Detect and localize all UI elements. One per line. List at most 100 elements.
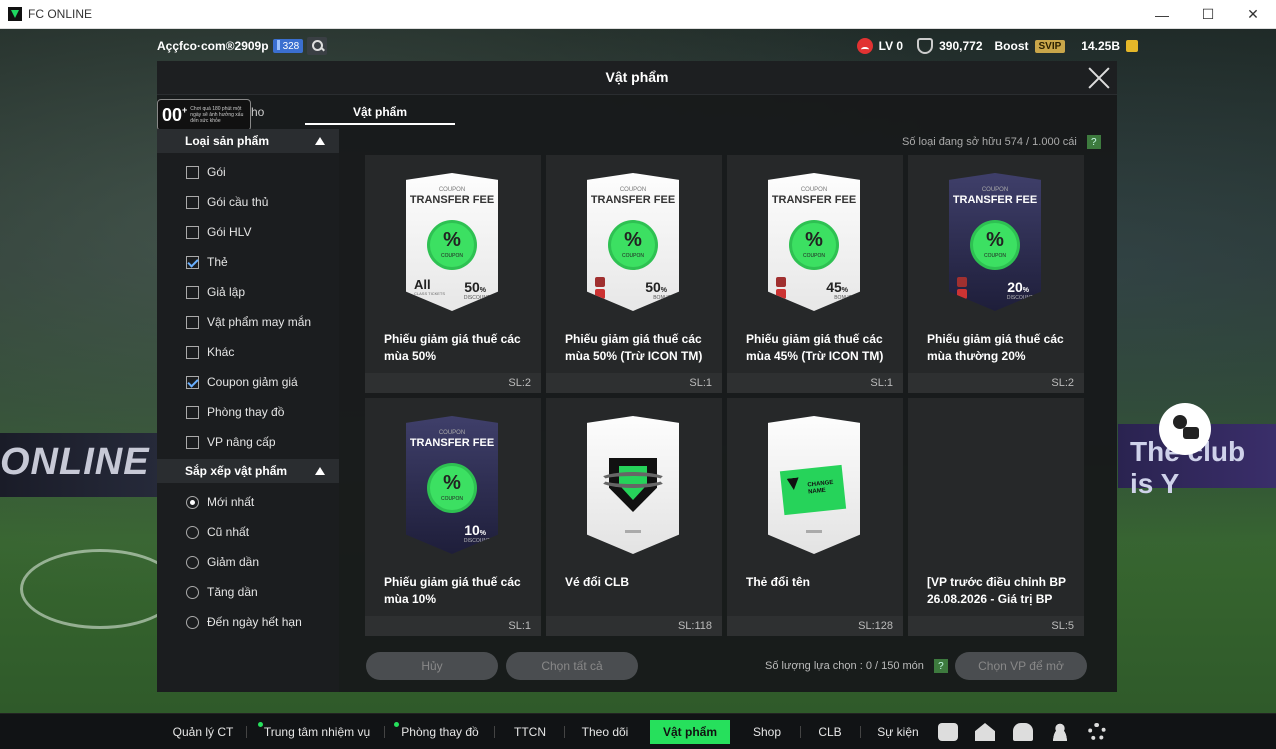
category-header[interactable]: Loại sản phẩm bbox=[157, 129, 339, 153]
help-icon[interactable]: ? bbox=[1086, 135, 1101, 149]
sort-option-ascending[interactable]: Tăng dần bbox=[157, 577, 339, 607]
nav-trung-tam-nhiem-vu[interactable]: Trung tâm nhiệm vụ bbox=[258, 720, 372, 744]
sort-option-oldest[interactable]: Cũ nhất bbox=[157, 517, 339, 547]
age-rating-notice: 00+ Chơi quá 180 phút một ngày sẽ ảnh hư… bbox=[157, 99, 251, 131]
item-name: Phiếu giảm giá thuế các mùa 50% bbox=[384, 332, 521, 363]
cancel-button[interactable]: Hủy bbox=[366, 652, 498, 680]
item-name: [VP trước điều chỉnh BP 26.08.2026 - Giá… bbox=[927, 575, 1066, 606]
close-icon[interactable] bbox=[1087, 66, 1111, 90]
help-icon[interactable]: ? bbox=[933, 659, 948, 673]
percent-badge-icon: % COUPON bbox=[792, 223, 836, 267]
app-logo-icon bbox=[8, 7, 22, 21]
filter-option-vat-pham-may-man[interactable]: Vật phẩm may mắn bbox=[157, 307, 339, 337]
percent-badge-icon: % COUPON bbox=[973, 223, 1017, 267]
nav-quan-ly-ct[interactable]: Quản lý CT bbox=[170, 720, 236, 744]
item-card[interactable]: COUPON TRANSFER FEE % COUPON 10% DISCOUNT… bbox=[365, 398, 541, 636]
item-name: Phiếu giảm giá thuế các mùa 10% bbox=[384, 575, 521, 606]
notification-dot bbox=[394, 722, 399, 727]
collapse-up-icon bbox=[315, 137, 325, 145]
pitch-line bbox=[20, 549, 180, 629]
item-name: Phiếu giảm giá thuế các mùa 50% (Trừ ICO… bbox=[565, 332, 703, 363]
checkbox[interactable] bbox=[186, 225, 199, 239]
age-notice-text: Chơi quá 180 phút một ngày sẽ ảnh hưởng … bbox=[190, 106, 244, 124]
icon-restriction-icon bbox=[957, 277, 967, 301]
checkbox-checked[interactable] bbox=[186, 255, 199, 269]
checkbox-checked[interactable] bbox=[186, 375, 199, 389]
lv-value: LV 0 bbox=[878, 39, 904, 53]
search-button[interactable] bbox=[307, 37, 328, 55]
filter-option-phong-thay-do[interactable]: Phòng thay đồ bbox=[157, 397, 339, 427]
select-all-button[interactable]: Chọn tất cả bbox=[506, 652, 638, 680]
filter-option-coupon[interactable]: Coupon giảm giá bbox=[157, 367, 339, 397]
item-card[interactable]: COUPON TRANSFER FEE % COUPON All CLASS TI… bbox=[365, 155, 541, 393]
item-card[interactable]: CHANGE NAME Thẻ đổi tên SL:128 bbox=[727, 398, 903, 636]
sort-option-descending[interactable]: Giảm dần bbox=[157, 547, 339, 577]
filter-option-gia-lap[interactable]: Giả lập bbox=[157, 277, 339, 307]
item-card[interactable]: COUPON TRANSFER FEE % COUPON 45% BONUS Ph… bbox=[727, 155, 903, 393]
notification-dot bbox=[258, 722, 263, 727]
item-name: Thẻ đổi tên bbox=[746, 575, 810, 589]
filter-sidebar: Loại sản phẩm Gói Gói cầu thủ Gói HLV Th… bbox=[157, 129, 339, 692]
user-icon[interactable] bbox=[1050, 723, 1070, 741]
dialog-tabs: Kho Vật phẩm bbox=[157, 97, 1117, 127]
percent-badge-icon: % COUPON bbox=[430, 466, 474, 510]
age-rating: 00+ bbox=[162, 104, 188, 125]
checkbox[interactable] bbox=[186, 315, 199, 329]
filter-option-khac[interactable]: Khác bbox=[157, 337, 339, 367]
nav-vat-pham[interactable]: Vật phẩm bbox=[650, 720, 730, 744]
item-card[interactable]: COUPON TRANSFER FEE % COUPON 20% DISCOUNT… bbox=[908, 155, 1084, 393]
account-level-badge: 328 bbox=[272, 39, 304, 53]
gear-icon[interactable] bbox=[1088, 723, 1106, 741]
checkbox[interactable] bbox=[186, 165, 199, 179]
close-window-button[interactable]: ✕ bbox=[1230, 0, 1276, 29]
change-name-icon: CHANGE NAME bbox=[779, 464, 847, 516]
sort-option-newest[interactable]: Mới nhất bbox=[157, 487, 339, 517]
maximize-button[interactable]: ☐ bbox=[1185, 0, 1231, 29]
item-name: Phiếu giảm giá thuế các mùa 45% (Trừ ICO… bbox=[746, 332, 884, 363]
chat-icon[interactable] bbox=[938, 723, 958, 741]
nav-su-kien[interactable]: Sự kiện bbox=[872, 720, 924, 744]
item-card[interactable]: [VP trước điều chỉnh BP 26.08.2026 - Giá… bbox=[908, 398, 1084, 636]
nav-clb[interactable]: CLB bbox=[812, 720, 848, 744]
radio[interactable] bbox=[186, 525, 199, 539]
coupon-image: COUPON TRANSFER FEE % COUPON 10% DISCOUNT bbox=[406, 416, 498, 554]
checkbox[interactable] bbox=[186, 405, 199, 419]
account-name: Aççfco·com®2909p bbox=[157, 39, 269, 53]
nav-phong-thay-do[interactable]: Phòng thay đồ bbox=[394, 720, 482, 744]
swap-arrows-icon bbox=[599, 472, 667, 488]
radio-selected[interactable] bbox=[186, 495, 199, 509]
item-card[interactable]: Vé đổi CLB SL:118 bbox=[546, 398, 722, 636]
sort-option-expiry[interactable]: Đến ngày hết hạn bbox=[157, 607, 339, 637]
filter-option-goi-hlv[interactable]: Gói HLV bbox=[157, 217, 339, 247]
radio[interactable] bbox=[186, 615, 199, 629]
home-icon[interactable] bbox=[975, 723, 995, 741]
filter-option-goi-cau-thu[interactable]: Gói cầu thủ bbox=[157, 187, 339, 217]
window-title: FC ONLINE bbox=[28, 7, 93, 21]
coupon-image: COUPON TRANSFER FEE % COUPON All CLASS TI… bbox=[406, 173, 498, 311]
nav-theo-doi[interactable]: Theo dõi bbox=[578, 720, 632, 744]
stadium-banner-left: ONLINE bbox=[0, 433, 160, 497]
item-name: Phiếu giảm giá thuế các mùa thường 20% bbox=[927, 332, 1064, 363]
open-items-button[interactable]: Chọn VP để mở bbox=[955, 652, 1087, 680]
item-card[interactable]: COUPON TRANSFER FEE % COUPON 50% BONUS Ph… bbox=[546, 155, 722, 393]
checkbox[interactable] bbox=[186, 435, 199, 449]
minimize-button[interactable]: — bbox=[1139, 0, 1185, 29]
checkbox[interactable] bbox=[186, 285, 199, 299]
item-qty: SL:128 bbox=[858, 620, 893, 632]
checkbox[interactable] bbox=[186, 345, 199, 359]
items-dialog: Vật phẩm Kho Vật phẩm 00+ Chơi quá 180 p… bbox=[157, 61, 1117, 692]
nav-ttcn[interactable]: TTCN bbox=[508, 720, 552, 744]
floating-chat-icon[interactable] bbox=[1159, 403, 1211, 455]
tab-vat-pham[interactable]: Vật phẩm bbox=[305, 105, 455, 125]
nav-shop[interactable]: Shop bbox=[746, 720, 788, 744]
filter-option-the[interactable]: Thẻ bbox=[157, 247, 339, 277]
sort-header[interactable]: Sắp xếp vật phẩm bbox=[157, 459, 339, 483]
item-qty: SL:1 bbox=[508, 620, 531, 632]
filter-option-goi[interactable]: Gói bbox=[157, 157, 339, 187]
filter-option-vp-nang-cap[interactable]: VP nâng cấp bbox=[157, 427, 339, 457]
radio[interactable] bbox=[186, 555, 199, 569]
radio[interactable] bbox=[186, 585, 199, 599]
checkbox[interactable] bbox=[186, 195, 199, 209]
item-name: Vé đổi CLB bbox=[565, 575, 630, 589]
bell-icon[interactable] bbox=[1013, 723, 1033, 741]
